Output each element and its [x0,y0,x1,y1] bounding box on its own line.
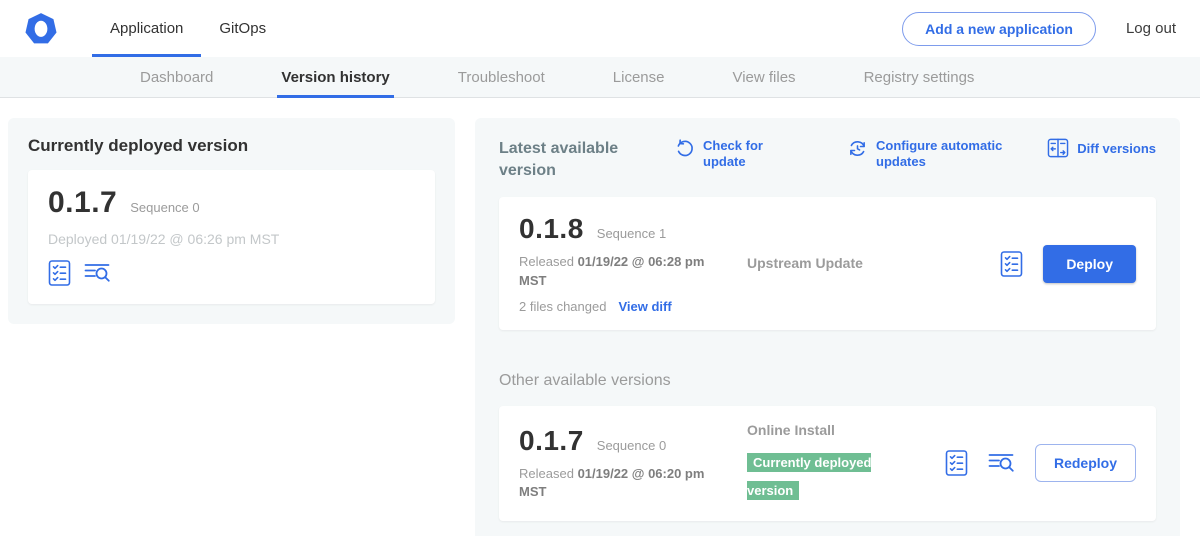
kots-logo-icon [24,12,58,46]
logout-link[interactable]: Log out [1126,20,1176,37]
add-application-button[interactable]: Add a new application [902,12,1096,46]
source-label: Upstream Update [747,255,863,271]
check-for-update-label: Check for update [703,138,775,171]
preflight-checks-icon[interactable] [945,450,968,476]
version-source: Upstream Update [747,255,1000,273]
version-source: Online Install Currently deployed versio… [747,422,945,505]
app-subnav: Dashboard Version history Troubleshoot L… [0,57,1200,98]
latest-version-header: Latest available version Check for updat… [499,138,1156,181]
version-info: 0.1.7 Sequence 0 Released 01/19/22 @ 06:… [519,425,747,503]
main-content: Currently deployed version 0.1.7 Sequenc… [0,98,1200,536]
deployed-version-number: 0.1.7 [48,186,117,220]
files-changed-row: 2 files changed View diff [519,299,747,314]
subnav-version-history[interactable]: Version history [281,57,389,97]
version-actions: Redeploy [945,444,1136,482]
currently-deployed-badge: Currently deployed version [747,453,871,500]
currently-deployed-card: Currently deployed version 0.1.7 Sequenc… [8,118,455,324]
deployed-badge-wrap: Currently deployed version [747,449,889,505]
refresh-icon [675,138,695,158]
deployed-version-card: 0.1.7 Sequence 0 Deployed 01/19/22 @ 06:… [28,170,435,304]
tab-application[interactable]: Application [92,0,201,57]
diff-versions-label: Diff versions [1077,141,1156,156]
version-number: 0.1.7 [519,425,584,457]
version-actions: Deploy [1000,245,1136,283]
version-number-row: 0.1.8 Sequence 1 [519,213,747,245]
clock-refresh-icon [847,138,868,159]
subnav-dashboard-label: Dashboard [140,69,213,86]
subnav-dashboard[interactable]: Dashboard [140,57,213,97]
preflight-checks-icon[interactable] [1000,251,1023,277]
subnav-registry-settings-label: Registry settings [864,69,975,86]
released-prefix: Released [519,466,574,481]
deployed-actions [48,260,415,286]
files-changed-label: 2 files changed [519,299,606,314]
subnav-view-files-label: View files [732,69,795,86]
subnav-troubleshoot-label: Troubleshoot [458,69,545,86]
released-timestamp: Released 01/19/22 @ 06:28 pm MST [519,253,719,291]
other-versions-heading: Other available versions [499,372,1156,390]
redeploy-button[interactable]: Redeploy [1035,444,1136,482]
deployed-timestamp: Deployed 01/19/22 @ 06:26 pm MST [48,231,415,247]
subnav-version-history-label: Version history [281,69,389,86]
latest-available-heading: Latest available version [499,138,651,181]
header-right: Add a new application Log out [902,0,1176,57]
deploy-logs-icon[interactable] [988,451,1015,475]
sequence-label: Sequence 0 [597,438,666,453]
diff-versions-button[interactable]: Diff versions [1047,138,1156,158]
configure-automatic-updates-button[interactable]: Configure automatic updates [847,138,1016,171]
deploy-logs-icon[interactable] [84,261,111,285]
preflight-checks-icon[interactable] [48,260,71,286]
released-prefix: Released [519,254,574,269]
version-row-0-1-8: 0.1.8 Sequence 1 Released 01/19/22 @ 06:… [499,197,1156,330]
version-info: 0.1.8 Sequence 1 Released 01/19/22 @ 06:… [519,213,747,314]
deploy-button[interactable]: Deploy [1043,245,1136,283]
deployed-version-row: 0.1.7 Sequence 0 [48,186,415,220]
app-logo[interactable] [24,0,58,57]
released-timestamp: Released 01/19/22 @ 06:20 pm MST [519,465,719,503]
tab-gitops[interactable]: GitOps [201,0,284,57]
currently-deployed-title: Currently deployed version [28,136,435,156]
tab-application-label: Application [110,20,183,37]
configure-automatic-updates-label: Configure automatic updates [876,138,1016,171]
sequence-label: Sequence 1 [597,226,666,241]
update-actions: Check for update Configure automatic upd… [675,138,1016,171]
version-history-panel: Latest available version Check for updat… [475,118,1180,536]
subnav-view-files[interactable]: View files [732,57,795,97]
view-diff-link[interactable]: View diff [618,299,671,314]
diff-versions-icon [1047,138,1069,158]
version-number-row: 0.1.7 Sequence 0 [519,425,747,457]
version-number: 0.1.8 [519,213,584,245]
app-header: Application GitOps Add a new application… [0,0,1200,57]
check-for-update-button[interactable]: Check for update [675,138,775,171]
subnav-troubleshoot[interactable]: Troubleshoot [458,57,545,97]
subnav-license-label: License [613,69,665,86]
version-row-0-1-7: 0.1.7 Sequence 0 Released 01/19/22 @ 06:… [499,406,1156,521]
tab-gitops-label: GitOps [219,20,266,37]
subnav-license[interactable]: License [613,57,665,97]
subnav-registry-settings[interactable]: Registry settings [864,57,975,97]
source-label: Online Install [747,422,835,438]
deployed-sequence-label: Sequence 0 [130,200,199,215]
